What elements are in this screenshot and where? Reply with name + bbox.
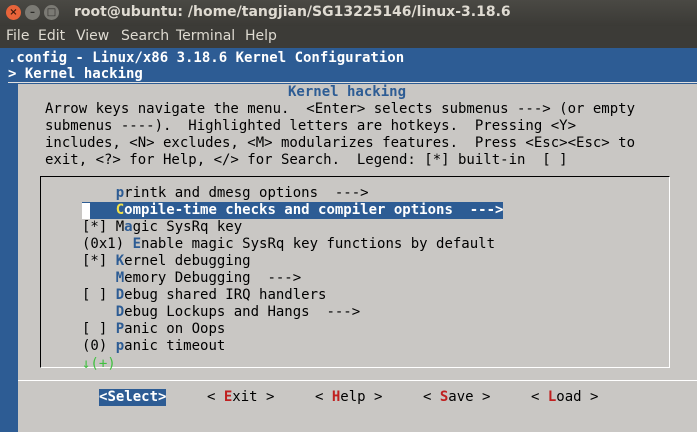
save-button[interactable]: < Save > [423,389,490,406]
item-prefix [82,304,116,320]
button-hotkey: S [107,389,116,405]
menu-search[interactable]: Search [121,28,169,44]
help-text-line: includes, <N> excludes, <M> modularizes … [45,135,636,151]
item-hotkey: C [115,202,125,218]
item-prefix: (0x1) [82,236,133,252]
menu-item-printk[interactable]: printk and dmesg options ---> [82,185,369,202]
button-label: elp [340,389,366,405]
item-prefix [82,185,116,201]
close-window-button[interactable]: × [6,5,21,20]
maximize-window-button[interactable]: □ [44,5,59,20]
menu-help[interactable]: Help [245,28,277,44]
minimize-icon: – [30,7,35,18]
maximize-icon: □ [46,7,57,18]
item-prefix: [*] [82,253,116,269]
breadcrumb-rule [8,82,697,83]
item-hotkey: E [132,236,142,252]
load-button[interactable]: < Load > [531,389,598,406]
menu-terminal[interactable]: Terminal [176,28,235,44]
item-label: nable magic SysRq key functions by defau… [141,236,496,252]
button-label: elect [115,389,159,405]
minimize-window-button[interactable]: – [25,5,40,20]
menu-item-memory-debugging[interactable]: Memory Debugging ---> [82,270,301,287]
item-hotkey: p [115,338,125,354]
item-label: emory Debugging ---> [124,270,302,286]
item-hotkey: K [115,253,125,269]
item-label: ebug shared IRQ handlers [124,287,327,303]
menu-item-sysrq-default[interactable]: (0x1) Enable magic SysRq key functions b… [82,236,495,253]
button-bracket: < [207,389,224,405]
item-label: gic SysRq key [132,219,243,235]
help-button[interactable]: < Help > [315,389,382,406]
select-button[interactable]: <Select> [99,389,167,406]
button-bracket: < [531,389,548,405]
item-prefix: (0) [82,338,116,354]
close-icon: × [9,7,18,18]
help-text-line: Arrow keys navigate the menu. <Enter> se… [45,101,636,117]
menu-item-compile-time-checks[interactable]: Compile-time checks and compiler options… [82,202,504,219]
breadcrumb: > Kernel hacking [8,66,143,82]
button-bracket: > [158,389,167,405]
button-label: ave [448,389,474,405]
menu-view[interactable]: View [76,28,109,44]
button-bracket: > [365,389,383,405]
item-hotkey: p [115,185,125,201]
item-label: ompile-time checks and compiler options … [124,202,504,218]
item-label: ernel debugging [124,253,251,269]
item-label: anic on Oops [124,321,226,337]
help-text-line: exit, <?> for Help, </> for Search. Lege… [45,152,568,168]
item-prefix [82,270,116,286]
menu-item-panic-on-oops[interactable]: [ ] Panic on Oops [82,321,225,338]
menu-edit[interactable]: Edit [38,28,65,44]
window-title: root@ubuntu: /home/tangjian/SG13225146/l… [74,4,511,20]
button-bracket: < [315,389,332,405]
more-items-indicator: ↓(+) [82,356,116,372]
item-prefix: [ ] [82,287,116,303]
item-hotkey: a [124,219,133,235]
item-hotkey: P [115,321,125,337]
item-label: ebug Lockups and Hangs ---> [124,304,361,320]
item-hotkey: D [115,287,125,303]
menu-item-magic-sysrq[interactable]: [*] Magic SysRq key [82,219,242,236]
button-bracket: > [473,389,491,405]
button-label: oad [556,389,582,405]
menu-item-debug-shared-irq[interactable]: [ ] Debug shared IRQ handlers [82,287,326,304]
item-label: anic timeout [124,338,226,354]
dialog-title: Kernel hacking [288,84,407,100]
exit-button[interactable]: < Exit > [207,389,274,406]
window-titlebar: × – □ root@ubuntu: /home/tangjian/SG1322… [0,0,697,26]
item-hotkey: M [115,270,125,286]
help-text-line: submenus ----). Highlighted letters are … [45,118,577,134]
config-title: .config - Linux/x86 3.18.6 Kernel Config… [8,50,405,66]
button-bracket: > [257,389,275,405]
menu-item-kernel-debugging[interactable]: [*] Kernel debugging [82,253,251,270]
item-label: rintk and dmesg options ---> [124,185,369,201]
item-hotkey: D [115,304,125,320]
text-cursor [82,203,90,219]
button-bracket: < [423,389,440,405]
button-separator [18,380,697,381]
item-prefix: [*] M [82,219,125,235]
menubar: File Edit View Search Terminal Help [0,26,697,48]
menu-item-panic-timeout[interactable]: (0) panic timeout [82,338,225,355]
menu-file[interactable]: File [6,28,29,44]
item-prefix: [ ] [82,321,116,337]
button-bracket: > [581,389,599,405]
menu-item-debug-lockups[interactable]: Debug Lockups and Hangs ---> [82,304,360,321]
button-label: xit [232,389,258,405]
